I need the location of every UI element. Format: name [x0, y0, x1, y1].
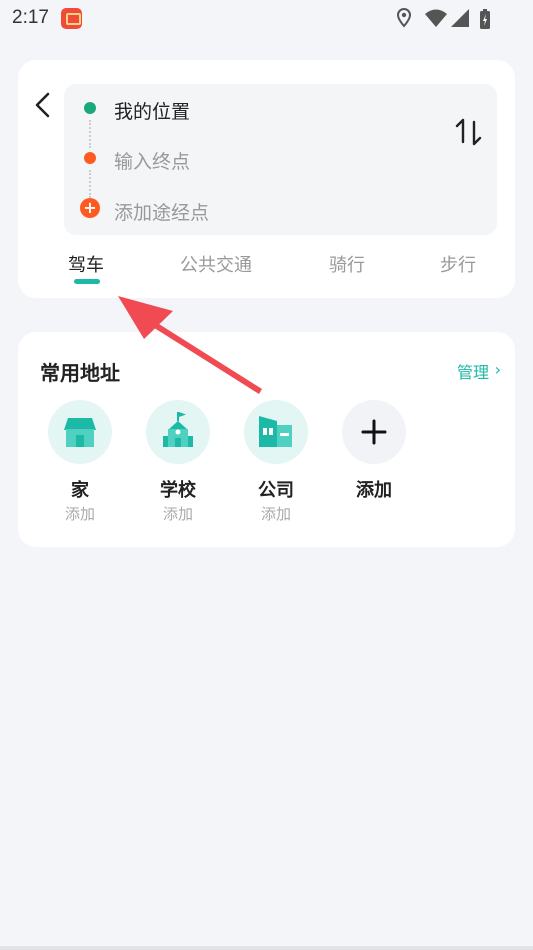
signal-icon — [451, 9, 469, 27]
start-dot-icon — [84, 102, 96, 114]
plus-icon — [342, 400, 406, 464]
add-address-button[interactable]: 添加 — [339, 398, 409, 526]
tab-driving[interactable]: 驾车 — [68, 251, 104, 277]
manage-link[interactable]: 管理 — [457, 359, 489, 383]
destination-dot-icon — [84, 152, 96, 164]
address-name: 添加 — [356, 480, 392, 501]
bottom-edge — [0, 946, 533, 950]
start-location-text: 我的位置 — [114, 101, 191, 123]
address-status: 添加 — [162, 505, 193, 523]
address-status: 添加 — [260, 505, 291, 523]
tab-public-transit[interactable]: 公共交通 — [180, 251, 252, 277]
office-building-icon — [244, 400, 308, 464]
address-school[interactable]: 学校 添加 — [143, 398, 213, 526]
address-status: 添加 — [64, 505, 95, 523]
add-waypoint-button[interactable]: + 添加途经点 — [64, 195, 444, 225]
chevron-right-icon[interactable]: › — [495, 360, 501, 379]
destination-input[interactable]: 输入终点 — [64, 144, 444, 174]
route-input-box: 我的位置 输入终点 + 添加途经点 — [64, 84, 497, 235]
wifi-icon — [425, 9, 447, 27]
destination-placeholder: 输入终点 — [114, 151, 191, 173]
school-icon — [146, 400, 210, 464]
address-name: 家 — [71, 480, 89, 501]
status-bar: 2:17 — [0, 0, 533, 38]
address-name: 公司 — [258, 480, 294, 501]
section-title: 常用地址 — [40, 361, 120, 385]
tab-cycling[interactable]: 骑行 — [329, 251, 365, 277]
address-company[interactable]: 公司 添加 — [241, 398, 311, 526]
swap-icon[interactable] — [453, 114, 485, 150]
back-arrow-icon[interactable] — [28, 88, 56, 122]
address-name: 学校 — [160, 480, 196, 501]
route-planner-card: 我的位置 输入终点 + 添加途经点 驾车 公共交通 骑行 步行 — [18, 60, 515, 298]
home-icon — [48, 400, 112, 464]
location-icon — [396, 8, 412, 28]
tab-walking[interactable]: 步行 — [440, 251, 476, 277]
add-waypoint-icon: + — [80, 198, 100, 218]
active-tab-indicator — [74, 279, 100, 284]
route-connector — [89, 170, 91, 198]
battery-icon — [480, 9, 490, 29]
annotation-arrow — [118, 296, 262, 394]
status-time: 2:17 — [12, 7, 49, 28]
start-location-row[interactable]: 我的位置 — [64, 94, 444, 124]
waypoint-placeholder: 添加途经点 — [114, 202, 210, 224]
tv-app-icon — [61, 8, 82, 29]
address-home[interactable]: 家 添加 — [45, 398, 115, 526]
